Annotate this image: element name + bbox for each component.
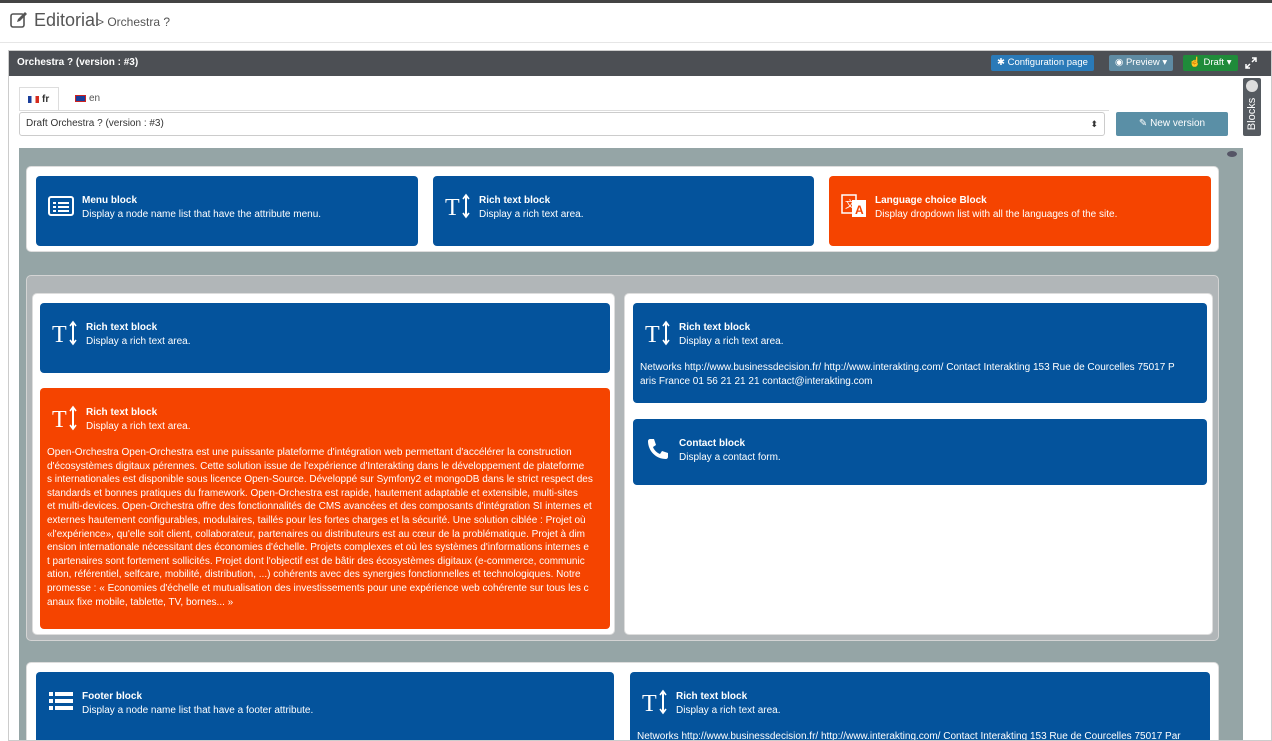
flag-fr-icon xyxy=(28,95,39,103)
block-description: Display a rich text area. xyxy=(479,209,584,220)
draft-label: Draft xyxy=(1203,57,1225,68)
caret-down-icon: ▾ xyxy=(1226,57,1232,68)
content-line: ension internationale nécessitant des éc… xyxy=(47,542,589,554)
breadcrumb: > Orchestra ? xyxy=(97,15,171,29)
select-caret-icon: ⬍ xyxy=(1090,119,1098,129)
text-size-icon xyxy=(642,689,668,715)
tabs-divider xyxy=(19,110,1109,111)
preview-button[interactable]: ◉ Preview ▾ xyxy=(1109,55,1174,71)
template-canvas: Menu block Display a node name list that… xyxy=(19,148,1243,741)
area-main: Rich text block Display a rich text area… xyxy=(26,275,1219,641)
expand-icon[interactable] xyxy=(1245,57,1257,69)
tab-en[interactable]: en xyxy=(67,87,109,111)
content-line: s internationales est disponible sous li… xyxy=(47,474,593,486)
translate-icon xyxy=(841,193,867,219)
content-line: ation, référentiel, selfcare, mobilité, … xyxy=(47,569,581,581)
node-panel: Orchestra ? (version : #3) ✱ Configurati… xyxy=(8,50,1272,741)
content-line: Networks http://www.businessdecision.fr/… xyxy=(640,362,1175,373)
block-content: Open-Orchestra Open-Orchestra est une pu… xyxy=(47,446,607,609)
block-title: Menu block xyxy=(82,195,138,206)
rich-text-block-content[interactable]: Rich text block Display a rich text area… xyxy=(633,303,1207,403)
blocks-label: Blocks xyxy=(1246,97,1258,131)
rich-text-block-content[interactable]: Rich text block Display a rich text area… xyxy=(40,388,610,629)
language-choice-block[interactable]: Language choice Block Display dropdown l… xyxy=(829,176,1211,246)
new-version-button[interactable]: ✎ New version xyxy=(1116,112,1228,136)
text-size-icon xyxy=(445,193,471,219)
content-line: Networks http://www.businessdecision.fr/… xyxy=(637,731,1181,741)
footer-block[interactable]: Footer block Display a node name list th… xyxy=(36,672,614,740)
area-footer: Footer block Display a node name list th… xyxy=(26,662,1219,741)
content-line: d'écosystèmes digitaux pérennes. Cette s… xyxy=(47,460,585,472)
preview-label: Preview xyxy=(1125,57,1160,68)
text-size-icon xyxy=(52,320,78,346)
block-description: Display a rich text area. xyxy=(86,421,191,432)
content-line: standards et bonnes pratiques du framewo… xyxy=(47,487,578,499)
thumbs-up-icon: ☝ xyxy=(1189,57,1201,68)
page-title: Editorial xyxy=(34,10,100,30)
configuration-page-label: Configuration page xyxy=(1007,57,1088,68)
gear-icon: ✱ xyxy=(997,57,1005,68)
block-title: Language choice Block xyxy=(875,195,987,206)
block-title: Rich text block xyxy=(86,407,158,418)
new-version-label: New version xyxy=(1150,118,1206,129)
area-main-left: Rich text block Display a rich text area… xyxy=(32,293,615,635)
text-size-icon xyxy=(645,320,671,346)
block-content: Networks http://www.businessdecision.fr/… xyxy=(637,730,1210,741)
block-description: Display dropdown list with all the langu… xyxy=(875,209,1118,220)
caret-down-icon: ▾ xyxy=(1162,57,1168,68)
configuration-page-button[interactable]: ✱ Configuration page xyxy=(991,55,1094,71)
list-icon xyxy=(48,193,74,219)
block-title: Footer block xyxy=(82,691,143,702)
block-description: Display a node name list that have a foo… xyxy=(82,705,314,716)
content-line: «l'expérience», qu'elle soit client, col… xyxy=(47,528,585,540)
block-content: Networks http://www.businessdecision.fr/… xyxy=(640,361,1204,388)
content-line: t partenaires sont fortement sollicités.… xyxy=(47,555,585,567)
content-line: aris France 01 56 21 21 21 contact@inter… xyxy=(640,375,873,387)
pencil-icon: ✎ xyxy=(1138,118,1148,129)
list-icon xyxy=(48,689,74,715)
rich-text-block-content[interactable]: Rich text block Display a rich text area… xyxy=(630,672,1210,741)
block-title: Rich text block xyxy=(676,691,748,702)
content-line: externes hautement configurables, modula… xyxy=(47,514,586,526)
block-description: Display a rich text area. xyxy=(86,336,191,347)
block-title: Rich text block xyxy=(679,322,751,333)
block-description: Display a rich text area. xyxy=(676,705,781,716)
content-line: promesse : « Economies d'échelle et mutu… xyxy=(47,582,589,594)
panel-title: Orchestra ? (version : #3) xyxy=(17,57,139,68)
eye-icon[interactable] xyxy=(1227,151,1237,157)
blocks-panel-toggle[interactable]: Blocks xyxy=(1243,78,1261,136)
content-line: et multi-devices. Open-Orchestra offre d… xyxy=(47,501,592,513)
edit-icon xyxy=(10,12,27,28)
version-select[interactable]: Draft Orchestra ? (version : #3) ⬍ xyxy=(19,112,1105,136)
content-line: Open-Orchestra Open-Orchestra est une pu… xyxy=(47,447,572,458)
area-main-right: Rich text block Display a rich text area… xyxy=(624,293,1213,635)
draft-button[interactable]: ☝ Draft ▾ xyxy=(1183,55,1238,71)
area-header: Menu block Display a node name list that… xyxy=(26,166,1219,252)
block-description: Display a node name list that have the a… xyxy=(82,209,322,220)
rich-text-block[interactable]: Rich text block Display a rich text area… xyxy=(433,176,814,246)
flag-en-icon xyxy=(75,94,86,102)
block-description: Display a rich text area. xyxy=(679,336,784,347)
tab-fr[interactable]: fr xyxy=(19,87,59,111)
block-description: Display a contact form. xyxy=(679,452,781,463)
panel-header: Orchestra ? (version : #3) ✱ Configurati… xyxy=(9,51,1271,76)
tab-fr-label: fr xyxy=(42,94,50,105)
phone-icon xyxy=(645,436,671,462)
contact-block[interactable]: Contact block Display a contact form. xyxy=(633,419,1207,485)
version-select-value: Draft Orchestra ? (version : #3) xyxy=(26,118,164,129)
eye-icon: ◉ xyxy=(1115,57,1124,68)
tab-en-label: en xyxy=(89,93,101,104)
rich-text-block[interactable]: Rich text block Display a rich text area… xyxy=(40,303,610,373)
text-size-icon xyxy=(52,405,78,431)
block-title: Rich text block xyxy=(479,195,551,206)
menu-block[interactable]: Menu block Display a node name list that… xyxy=(36,176,418,246)
block-title: Contact block xyxy=(679,438,746,449)
page-header: Editorial > Orchestra ? xyxy=(0,3,1272,43)
block-title: Rich text block xyxy=(86,322,158,333)
content-line: anaux fixe mobile, tablette, TV, bornes.… xyxy=(47,596,234,608)
